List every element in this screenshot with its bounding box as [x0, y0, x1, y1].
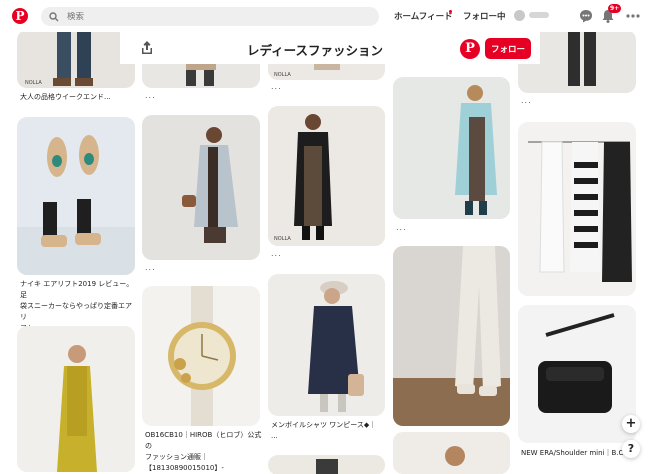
share-icon[interactable]	[139, 40, 155, 56]
pin-image[interactable]	[17, 326, 135, 472]
pin-image[interactable]	[17, 117, 135, 275]
svg-text:NOLLA: NOLLA	[274, 236, 291, 242]
pin-more[interactable]: ...	[396, 223, 407, 232]
pin-image[interactable]	[518, 122, 636, 296]
board-title: レディースファッション	[246, 43, 383, 58]
chat-icon[interactable]	[578, 8, 594, 24]
avatar[interactable]	[514, 10, 525, 21]
pin-more[interactable]: ...	[145, 91, 156, 100]
pin-more[interactable]: ...	[271, 249, 282, 258]
pin-image[interactable]: NOLLA	[268, 106, 385, 246]
pin-image[interactable]	[393, 246, 510, 426]
pin-image[interactable]	[268, 274, 385, 416]
svg-text:NOLLA: NOLLA	[274, 72, 291, 78]
top-header: P ホームフィード フォロー中 9+	[0, 0, 660, 32]
username-blurred[interactable]	[529, 12, 549, 18]
pin-image[interactable]: NOLLA	[17, 30, 135, 88]
pin-image[interactable]	[142, 115, 260, 260]
more-icon[interactable]	[625, 8, 641, 24]
board-owner-logo-icon[interactable]: P	[460, 39, 480, 59]
pin-more[interactable]: ...	[145, 263, 156, 272]
pin-image[interactable]	[268, 455, 385, 474]
pin-more[interactable]: ...	[271, 82, 282, 91]
help-icon[interactable]: ?	[622, 440, 640, 458]
app-window: NOLLA 大人の品格ウイークエンド... ナイキ エアリフト2019 レビュー…	[0, 0, 660, 474]
unread-dot	[449, 10, 452, 13]
search-input[interactable]	[67, 11, 367, 22]
pin-image[interactable]	[393, 77, 510, 219]
pin-image[interactable]	[393, 432, 510, 474]
follow-button[interactable]: フォロー	[485, 38, 531, 59]
notification-badge: 9+	[608, 4, 622, 13]
plus-icon[interactable]: +	[622, 415, 640, 433]
nav-following[interactable]: フォロー中	[463, 10, 506, 22]
search-bar[interactable]	[41, 7, 379, 26]
pin-caption[interactable]: OB16CB10｜HIROB（ヒロブ）公式の ファッション通販｜ 【181308…	[145, 430, 263, 474]
search-icon	[49, 11, 59, 21]
pin-image[interactable]	[518, 305, 636, 443]
pin-more[interactable]: ...	[521, 96, 532, 105]
pin-caption[interactable]: メンボイルシャツ ワンピース◆｜ ...	[271, 420, 389, 442]
nav-home-feed[interactable]: ホームフィード	[394, 10, 453, 22]
pinterest-logo-icon[interactable]: P	[12, 8, 28, 24]
svg-text:NOLLA: NOLLA	[25, 80, 42, 86]
pin-caption[interactable]: 大人の品格ウイークエンド...	[20, 92, 140, 103]
pin-image[interactable]	[142, 286, 260, 426]
